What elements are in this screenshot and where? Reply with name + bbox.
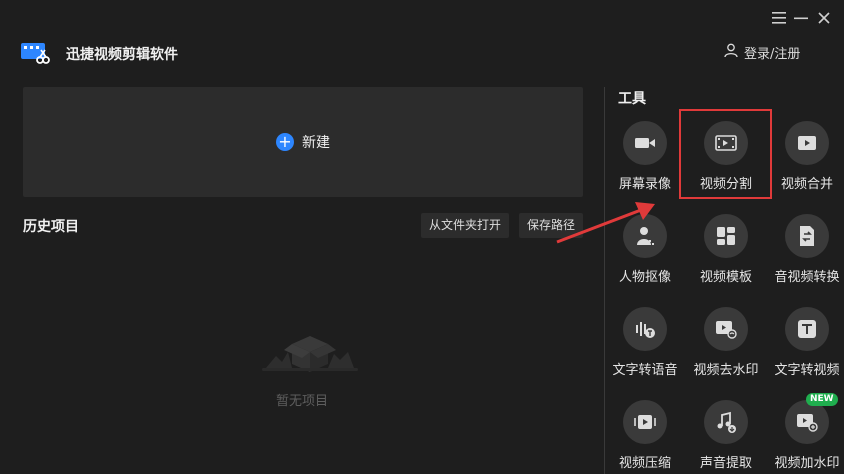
tool-label: 屏幕录像	[618, 177, 671, 192]
new-badge: NEW	[806, 393, 838, 406]
video-compress-icon	[623, 400, 667, 444]
tool-text-to-video[interactable]: 文字转视频	[765, 307, 844, 378]
tool-label: 文字转语音	[612, 363, 678, 378]
minimize-icon[interactable]	[790, 8, 812, 30]
empty-state-label: 暂无项目	[276, 394, 329, 409]
tool-label: 视频合并	[780, 177, 833, 192]
new-project-label: 新建	[302, 135, 330, 151]
annotation-arrow-icon	[555, 196, 665, 250]
app-title: 迅捷视频剪辑软件	[66, 47, 178, 63]
tools-title: 工具	[618, 91, 646, 107]
video-merge-icon	[785, 121, 829, 165]
remove-watermark-icon	[704, 307, 748, 351]
tool-video-merge[interactable]: 视频合并	[765, 121, 844, 192]
login-button[interactable]: 登录/注册	[724, 43, 800, 62]
add-watermark-icon	[785, 400, 829, 444]
open-folder-button[interactable]: 从文件夹打开	[421, 213, 510, 238]
plus-icon: +	[276, 133, 294, 151]
tool-label: 视频模板	[699, 270, 752, 285]
tool-text-to-speech[interactable]: 文字转语音	[603, 307, 687, 378]
audio-extract-icon	[704, 400, 748, 444]
app-logo-icon	[20, 40, 50, 66]
history-title: 历史项目	[23, 219, 79, 235]
close-icon[interactable]	[813, 8, 835, 30]
video-template-icon	[704, 214, 748, 258]
tool-remove-watermark[interactable]: 视频去水印	[684, 307, 768, 378]
menu-icon[interactable]	[768, 8, 790, 30]
av-convert-icon	[785, 214, 829, 258]
tool-video-template[interactable]: 视频模板	[684, 214, 768, 285]
tool-label: 视频去水印	[693, 363, 759, 378]
tool-audio-extract[interactable]: 声音提取	[684, 400, 768, 471]
tool-screen-record[interactable]: 屏幕录像	[603, 121, 687, 192]
tool-label: 文字转视频	[774, 363, 840, 378]
tool-label: 视频加水印	[774, 456, 840, 471]
new-project-button[interactable]: + 新建	[276, 132, 330, 152]
tool-label: 人物抠像	[618, 270, 671, 285]
tool-label: 音视频转换	[774, 270, 840, 285]
empty-box-icon	[262, 330, 358, 378]
screen-record-icon	[623, 121, 667, 165]
user-icon	[724, 43, 738, 62]
text-to-speech-icon	[623, 307, 667, 351]
tool-label: 视频压缩	[618, 456, 671, 471]
tool-add-watermark[interactable]: 视频加水印	[765, 400, 844, 471]
highlight-box	[679, 109, 772, 199]
tool-av-convert[interactable]: 音视频转换	[765, 214, 844, 285]
new-project-panel[interactable]: + 新建	[23, 87, 583, 197]
login-label: 登录/注册	[744, 47, 801, 62]
tool-video-compress[interactable]: 视频压缩	[603, 400, 687, 471]
text-to-video-icon	[785, 307, 829, 351]
tool-label: 声音提取	[699, 456, 752, 471]
